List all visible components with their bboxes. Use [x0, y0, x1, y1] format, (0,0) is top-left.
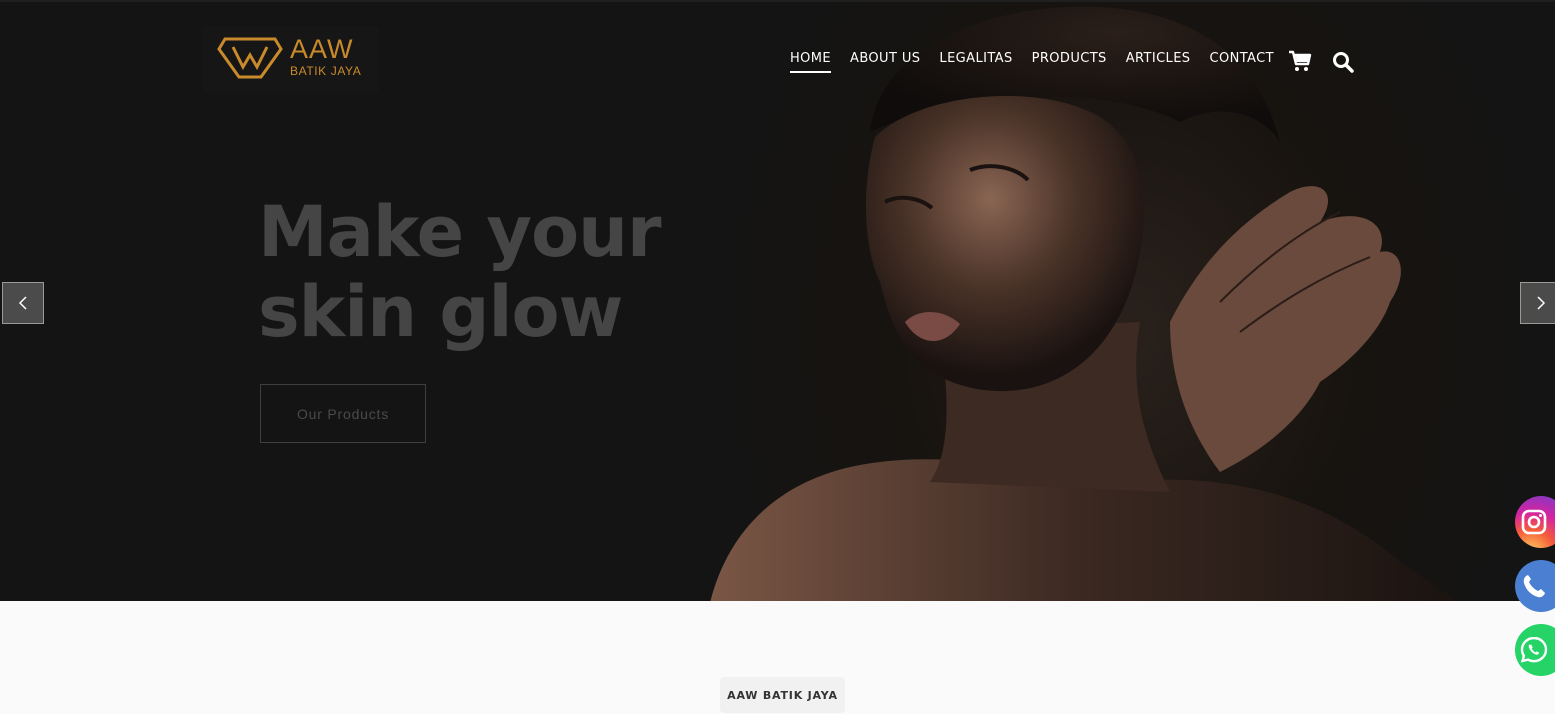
phone-icon — [1523, 575, 1545, 598]
chevron-left-icon — [18, 296, 27, 310]
hero-headline-line2: skin glow — [258, 271, 623, 353]
brand-logo[interactable]: AAW BATIK JAYA — [203, 26, 379, 92]
nav-item-about-us[interactable]: ABOUT US — [850, 51, 920, 73]
nav-item-products[interactable]: PRODUCTS — [1032, 51, 1107, 73]
slider-next-button[interactable] — [1520, 282, 1555, 324]
site-header: AAW BATIK JAYA HOME ABOUT US LEGALITAS P… — [0, 2, 1555, 112]
instagram-icon — [1521, 509, 1547, 535]
nav-item-legalitas[interactable]: LEGALITAS — [939, 51, 1012, 73]
search-icon[interactable] — [1332, 51, 1354, 78]
chevron-right-icon — [1537, 296, 1546, 310]
section-badge: AAW BATIK JAYA — [720, 677, 845, 713]
hero-headline: Make your skin glow — [258, 192, 661, 352]
nav-item-contact[interactable]: CONTACT — [1209, 51, 1273, 73]
brand-subtitle: BATIK JAYA — [290, 64, 362, 78]
whatsapp-button[interactable] — [1515, 624, 1555, 676]
brand-mark-icon — [217, 37, 283, 79]
nav-item-home[interactable]: HOME — [790, 51, 832, 73]
slider-prev-button[interactable] — [2, 282, 44, 324]
hero-headline-line1: Make your — [258, 191, 661, 273]
our-products-button[interactable]: Our Products — [260, 384, 426, 443]
phone-button[interactable] — [1515, 560, 1555, 612]
hero-slider: AAW BATIK JAYA HOME ABOUT US LEGALITAS P… — [0, 0, 1555, 601]
cart-icon[interactable] — [1288, 49, 1312, 78]
main-nav: HOME ABOUT US LEGALITAS PRODUCTS ARTICLE… — [790, 51, 1293, 73]
brand-name: AAW — [290, 34, 354, 64]
nav-item-articles[interactable]: ARTICLES — [1126, 51, 1191, 73]
whatsapp-icon — [1520, 636, 1548, 663]
